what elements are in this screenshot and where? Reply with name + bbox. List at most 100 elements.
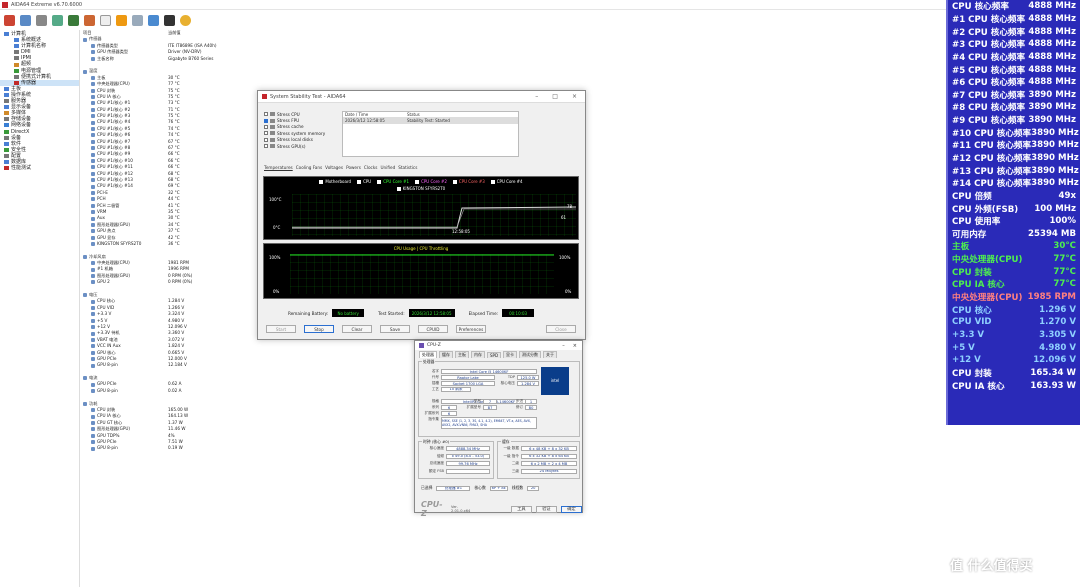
user-icon[interactable]: [180, 14, 191, 26]
graph-tab[interactable]: Powers: [346, 165, 361, 170]
stress-icon: [270, 118, 275, 123]
disk-icon[interactable]: [84, 14, 95, 26]
stress-checkbox[interactable]: [264, 112, 268, 117]
stress-checkbox[interactable]: [264, 118, 268, 123]
cpuz-tab[interactable]: 关于: [543, 351, 558, 358]
legend-checkbox[interactable]: [490, 179, 495, 184]
bios-update-icon[interactable]: [36, 14, 47, 26]
test-status-row: Remaining Battery: No battery Test Start…: [288, 309, 535, 317]
osd-value: 3890 MHz: [1031, 153, 1079, 163]
stress-label: Stress cache: [277, 124, 304, 130]
osd-label: #2 CPU 核心频率: [952, 27, 1026, 38]
legend-checkbox[interactable]: [319, 179, 324, 184]
graph-tab[interactable]: Statistics: [398, 165, 417, 170]
ok-button[interactable]: 确定: [560, 505, 582, 513]
sensor-icon: [91, 127, 95, 132]
osd-row: #10 CPU 核心频率 3890 MHz: [948, 126, 1080, 139]
preferences-button[interactable]: Preferences: [456, 325, 486, 333]
stop-button[interactable]: Stop: [304, 325, 334, 333]
report-icon[interactable]: [20, 14, 31, 26]
clear-button[interactable]: Clear: [342, 325, 372, 333]
osd-row: #5 CPU 核心频率 4888 MHz: [948, 63, 1080, 76]
sensor-icon: [91, 242, 95, 247]
legend-item[interactable]: CPU Core #1: [377, 179, 409, 184]
legend-item[interactable]: CPU Core #4: [490, 179, 523, 184]
memory-icon[interactable]: [68, 14, 79, 26]
validate-button[interactable]: 验证: [535, 505, 557, 513]
legend-kingston-label: KINGSTON SFYRS2T0: [402, 186, 446, 191]
legend-item[interactable]: CPU: [357, 179, 371, 184]
stress-label: Stress FPU: [277, 118, 300, 124]
chart-icon[interactable]: [148, 14, 159, 26]
refresh-icon[interactable]: [4, 14, 15, 26]
sensor-label: GPU 8-pin: [97, 445, 118, 451]
legend-checkbox[interactable]: [415, 179, 420, 184]
log-row[interactable]: 2026/3/12 12:58:05 Stability Test: Start…: [343, 118, 518, 124]
osd-value: 3890 MHz: [1028, 115, 1076, 126]
osd-value: 4888 MHz: [1028, 51, 1076, 62]
graph-tab[interactable]: Voltages: [325, 165, 343, 170]
stress-checkbox[interactable]: [264, 131, 268, 136]
sensor-icon: [91, 101, 95, 106]
processor-select[interactable]: 处理器 #1: [436, 485, 471, 491]
flame-icon[interactable]: [116, 14, 127, 26]
legend-checkbox[interactable]: [452, 179, 457, 184]
legend-item[interactable]: CPU Core #2: [415, 179, 447, 184]
cpuz-field-value: 10 纳米: [441, 387, 471, 392]
stress-option[interactable]: Stress GPU(s): [264, 143, 340, 149]
legend-item[interactable]: Motherboard: [319, 179, 351, 184]
sensor-icon: [91, 75, 95, 80]
stability-test-window: System Stability Test - AIDA64 – □ × Str…: [257, 90, 586, 340]
cpuz-tab[interactable]: 主板: [455, 351, 469, 358]
stress-icon: [270, 131, 275, 136]
graph-tab[interactable]: Unified: [380, 165, 395, 170]
cpuz-field-label: 代号: [431, 375, 439, 379]
legend-checkbox[interactable]: [357, 179, 362, 184]
legend-checkbox[interactable]: [377, 179, 382, 184]
graph-tab[interactable]: Cooling Fans: [296, 165, 322, 170]
osd-row: #1 CPU 核心频率 4888 MHz: [948, 13, 1080, 26]
sensor-icon: [91, 433, 95, 438]
minimize-icon[interactable]: –: [535, 93, 538, 100]
cpuz-tab[interactable]: 处理器: [419, 351, 437, 358]
stress-checkbox[interactable]: [264, 144, 268, 149]
cpuz-tab[interactable]: SPD: [487, 352, 502, 358]
usage-ymax: 100%: [269, 255, 281, 260]
legend-checkbox[interactable]: [396, 186, 401, 191]
start-button[interactable]: Start: [266, 325, 296, 333]
sensor-icon: [91, 159, 95, 163]
image-icon[interactable]: [100, 14, 111, 26]
osd-label: #4 CPU 核心频率: [952, 52, 1026, 63]
legend-kingston[interactable]: KINGSTON SFYRS2T0: [396, 186, 446, 191]
monitor-icon[interactable]: [164, 14, 175, 26]
stress-checkbox[interactable]: [264, 124, 268, 129]
clock-value: 99.76 MHz: [446, 461, 490, 466]
maximize-icon[interactable]: □: [552, 93, 558, 100]
close-icon[interactable]: ×: [572, 93, 577, 100]
cpuz-tab[interactable]: 测试分数: [519, 351, 542, 358]
tools-icon[interactable]: [132, 14, 143, 26]
tree-item[interactable]: 性能测试: [0, 165, 79, 171]
legend-item[interactable]: CPU Core #3: [452, 179, 485, 184]
cpuz-tab[interactable]: 缓存: [439, 351, 453, 358]
stress-checkbox[interactable]: [264, 137, 268, 142]
driver-update-icon[interactable]: [52, 14, 63, 26]
cpuz-tab[interactable]: 内存: [471, 351, 485, 358]
tools-button[interactable]: 工具: [510, 505, 532, 513]
cpuz-tab[interactable]: 显卡: [503, 351, 518, 358]
close-button[interactable]: Close: [546, 325, 576, 333]
osd-row: 中央处理器(CPU) 77°C: [948, 253, 1080, 266]
cpuid-button[interactable]: CPUID: [418, 325, 448, 333]
save-button[interactable]: Save: [380, 325, 410, 333]
graph-tab[interactable]: Clocks: [364, 165, 378, 170]
minimize-icon[interactable]: –: [562, 343, 565, 349]
graph-tab[interactable]: Temperatures: [264, 165, 293, 170]
sensor-icon: [91, 222, 95, 227]
osd-value: 3890 MHz: [1031, 140, 1079, 151]
clock-label: 总线速度: [429, 461, 444, 465]
usage-rmin: 0%: [565, 289, 572, 294]
cpuz-logo-icon: [419, 343, 424, 348]
osd-value: 1.270 V: [1039, 317, 1076, 328]
close-icon[interactable]: ×: [573, 343, 577, 349]
cpuz-tabs: 处理器 缓存 主板 内存 SPD 显卡 测试分数 关于: [415, 350, 582, 358]
